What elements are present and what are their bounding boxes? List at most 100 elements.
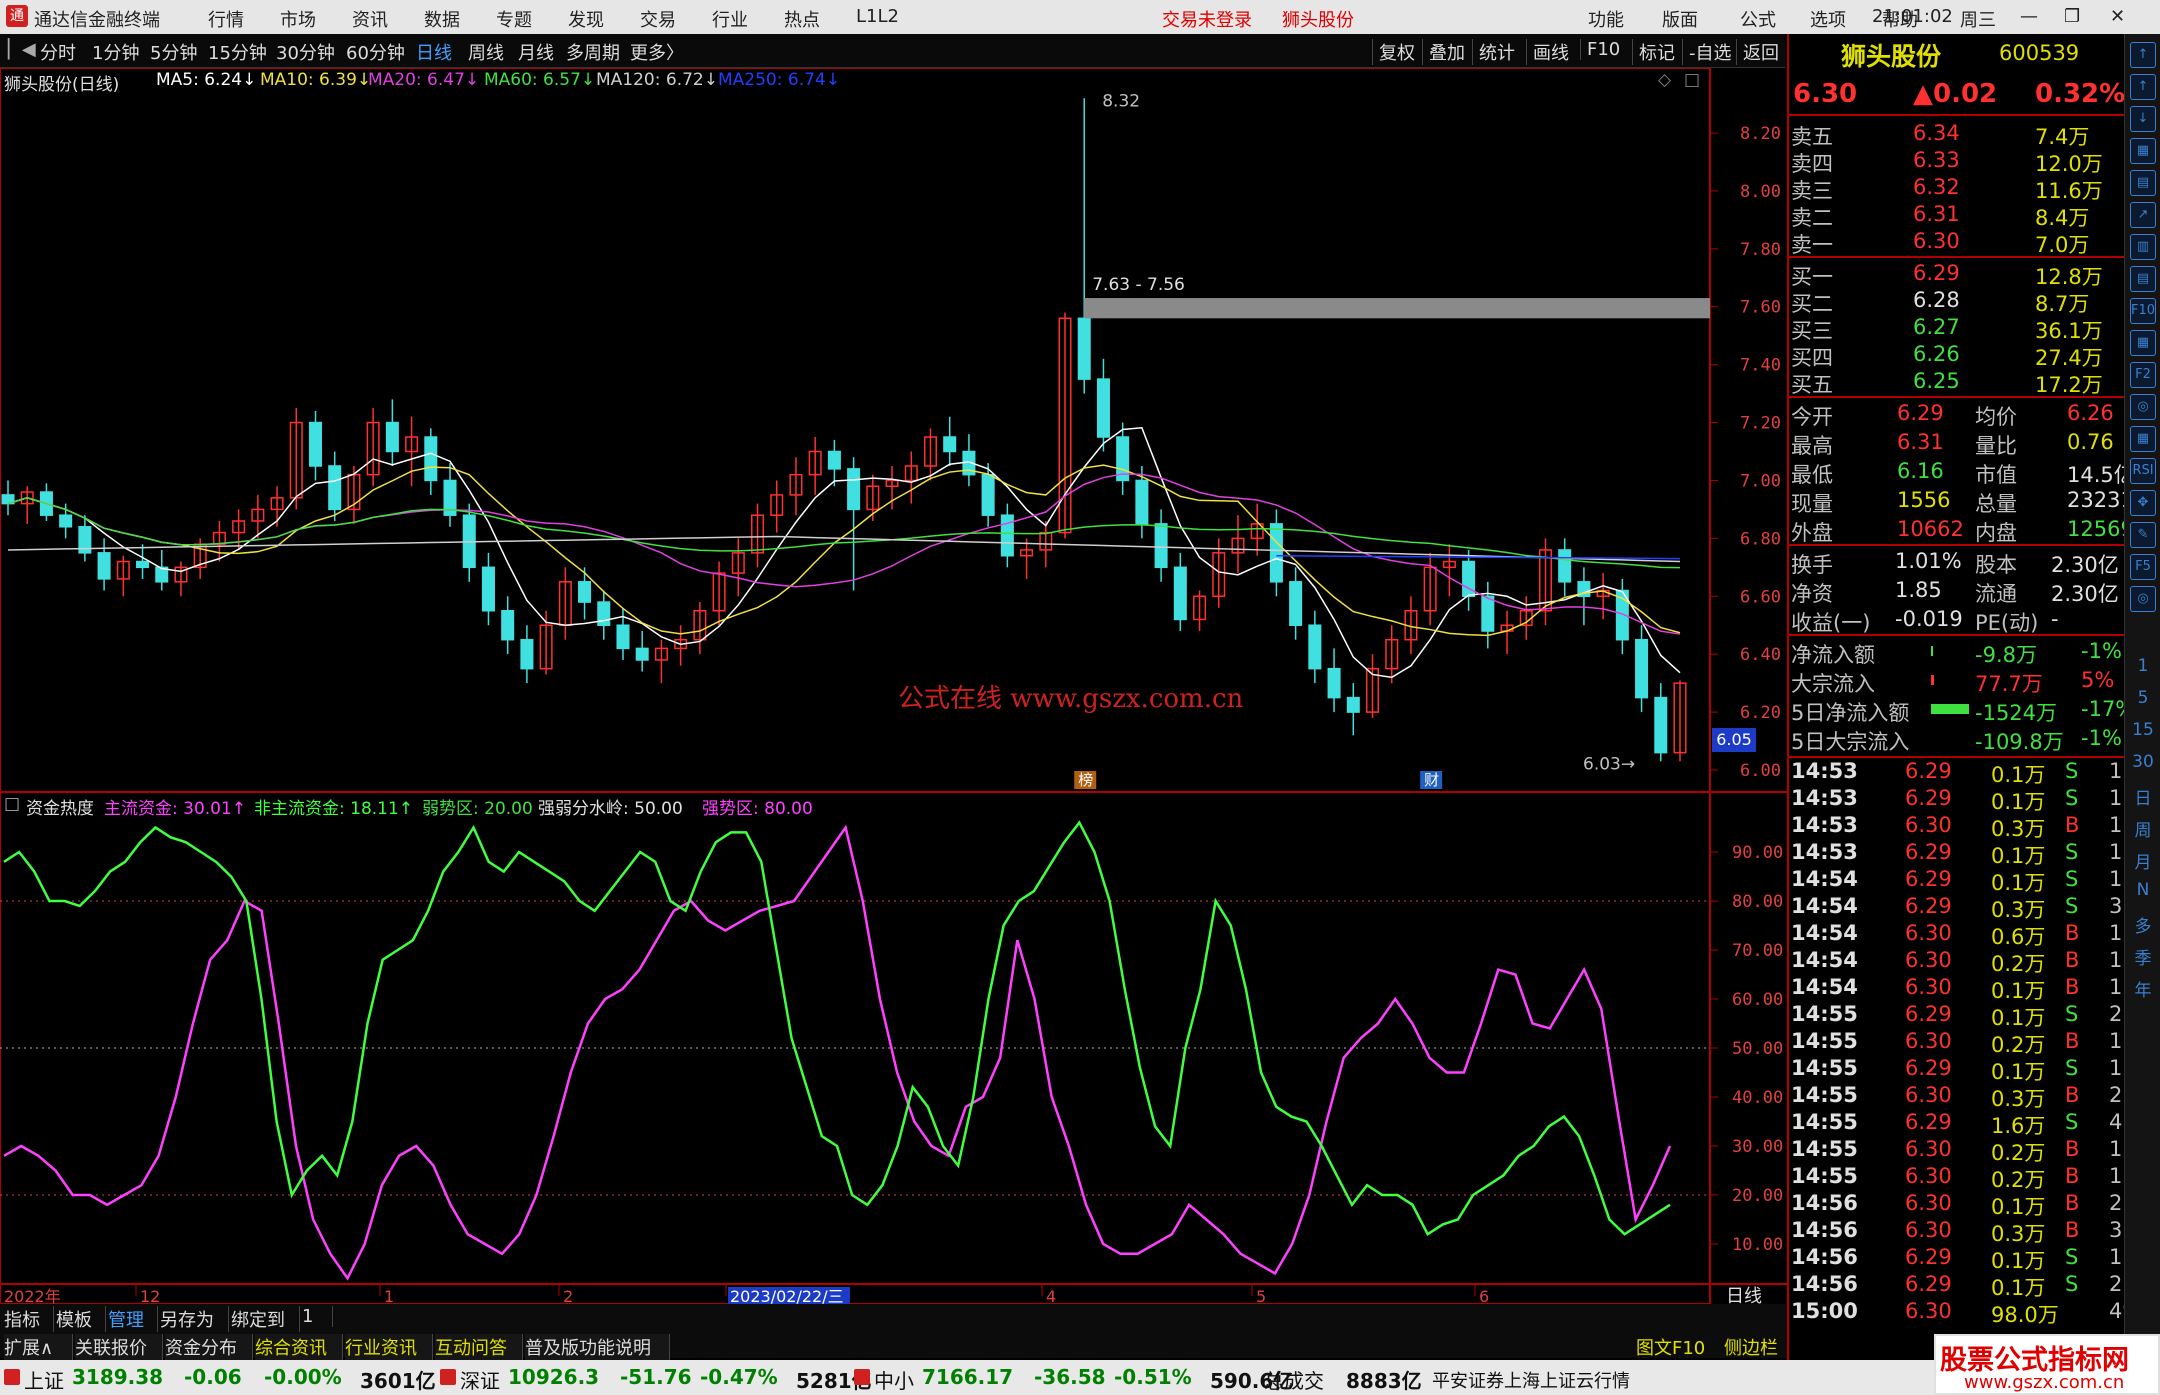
menu-right-item[interactable]: 功能: [1588, 6, 1624, 32]
side-tool-icon[interactable]: ▥: [2130, 234, 2156, 260]
side-period-button[interactable]: 多: [2129, 912, 2157, 937]
side-period-button[interactable]: 月: [2129, 848, 2157, 873]
toolbar-button[interactable]: F10: [1580, 39, 1620, 60]
toolbar-button[interactable]: 统计: [1472, 39, 1515, 65]
period-tab[interactable]: 1分钟: [92, 39, 139, 65]
indicator-tab[interactable]: 另存为: [160, 1306, 229, 1332]
menu-item[interactable]: 交易: [640, 6, 676, 32]
app-logo-icon: 通: [6, 5, 28, 27]
menu-item[interactable]: L1L2: [856, 6, 899, 27]
cell: 大宗流入: [1791, 672, 1875, 696]
side-tool-icon[interactable]: ✥: [2130, 490, 2156, 516]
menu-right-item[interactable]: 公式: [1740, 6, 1776, 32]
info-tab[interactable]: 关联报价: [75, 1334, 163, 1360]
period-tab[interactable]: 分时: [40, 39, 76, 65]
tick-row: 14:56 6.29 0.1万 S 2: [1789, 1271, 2126, 1300]
menu-item[interactable]: 市场: [280, 6, 316, 32]
side-period-button[interactable]: 日: [2129, 784, 2157, 809]
info-tab[interactable]: 资金分布: [165, 1334, 253, 1360]
side-tool-icon[interactable]: ↓: [2130, 106, 2156, 132]
side-tool-icon[interactable]: ▤: [2130, 266, 2156, 292]
info-tab[interactable]: 扩展∧: [4, 1334, 73, 1360]
index-name[interactable]: 深证: [460, 1365, 500, 1394]
side-period-button[interactable]: 15: [2129, 720, 2157, 740]
index-name[interactable]: 上证: [24, 1365, 64, 1394]
toolbar-button[interactable]: 叠加: [1422, 39, 1465, 65]
indicator-tab[interactable]: 1: [302, 1306, 333, 1327]
period-tab[interactable]: 更多〉: [630, 39, 684, 65]
restore-icon[interactable]: ❐: [2064, 6, 2080, 27]
menu-item[interactable]: 专题: [496, 6, 532, 32]
candle: [481, 552, 495, 626]
tick-row: 14:56 6.30 0.3万 B 3: [1789, 1217, 2126, 1246]
side-period-button[interactable]: 5: [2129, 688, 2157, 708]
tab-arrow-icon[interactable]: ▏◀: [8, 39, 36, 60]
side-tool-icon[interactable]: RSI: [2130, 458, 2156, 484]
indicator-tab[interactable]: 管理: [108, 1306, 158, 1332]
minimize-icon[interactable]: —: [2020, 6, 2038, 27]
ma120-line: [7, 535, 1681, 563]
period-tab[interactable]: 周线: [468, 39, 504, 65]
period-tab[interactable]: 30分钟: [276, 39, 335, 65]
indicator-tab[interactable]: 指标: [4, 1306, 54, 1332]
side-period-button[interactable]: 周: [2129, 816, 2157, 841]
panel-tab[interactable]: 图文F10: [1636, 1334, 1705, 1360]
menu-item[interactable]: 资讯: [352, 6, 388, 32]
side-tool-icon[interactable]: ↗: [2130, 202, 2156, 228]
side-tool-icon[interactable]: ↑: [2130, 42, 2156, 68]
side-tool-icon[interactable]: ▦: [2130, 330, 2156, 356]
side-tool-icon[interactable]: ✎: [2130, 522, 2156, 548]
side-tool-icon[interactable]: ▦: [2130, 138, 2156, 164]
period-tab[interactable]: 日线: [416, 39, 452, 65]
indicator-expand-icon[interactable]: □: [4, 794, 20, 814]
cell: 14:54: [1791, 948, 1858, 972]
info-tab[interactable]: 行业资讯: [345, 1334, 433, 1360]
close-icon[interactable]: ✕: [2110, 6, 2125, 27]
side-period-button[interactable]: N: [2129, 880, 2157, 900]
toolbar-button[interactable]: 画线: [1526, 39, 1569, 65]
trade-status[interactable]: 交易未登录: [1162, 6, 1252, 32]
logo-url: www.gszx.com.cn: [1964, 1372, 2125, 1393]
indicator-tab[interactable]: 绑定到: [231, 1306, 300, 1332]
period-tab[interactable]: 多周期: [566, 39, 620, 65]
toolbar-button[interactable]: 返回: [1736, 39, 1779, 65]
index-name[interactable]: 中小: [874, 1365, 914, 1394]
period-tab[interactable]: 月线: [518, 39, 554, 65]
candle: [1269, 509, 1283, 597]
period-tab[interactable]: 5分钟: [150, 39, 197, 65]
period-tab[interactable]: 15分钟: [208, 39, 267, 65]
menu-item[interactable]: 发现: [568, 6, 604, 32]
side-period-button[interactable]: 1: [2129, 656, 2157, 676]
toolbar-button[interactable]: 复权: [1372, 39, 1415, 65]
side-tool-icon[interactable]: ◎: [2130, 586, 2156, 612]
broker-name[interactable]: 平安证券上海上证云行情: [1432, 1367, 1630, 1393]
toolbar-button[interactable]: 标记: [1632, 39, 1675, 65]
side-period-button[interactable]: 季: [2129, 944, 2157, 969]
menu-item[interactable]: 行业: [712, 6, 748, 32]
menu-item[interactable]: 数据: [424, 6, 460, 32]
menu-item[interactable]: 行情: [208, 6, 244, 32]
side-tool-icon[interactable]: F10: [2130, 298, 2156, 324]
bid-row: 买三 6.27 36.1万: [1789, 314, 2126, 343]
side-period-button[interactable]: 年: [2129, 976, 2157, 1001]
menu-right-item[interactable]: 版面: [1662, 6, 1698, 32]
toolbar-button[interactable]: -自选: [1682, 39, 1732, 65]
info-tab[interactable]: 综合资讯: [255, 1334, 343, 1360]
menu-item[interactable]: 热点: [784, 6, 820, 32]
indicator-tab[interactable]: 模板: [56, 1306, 106, 1332]
side-tool-icon[interactable]: ▦: [2130, 426, 2156, 452]
indicator-tick-label: 90.00: [1732, 843, 1783, 863]
event-mark[interactable]: 财: [1424, 771, 1439, 789]
side-period-button[interactable]: 30: [2129, 752, 2157, 772]
side-tool-icon[interactable]: F5: [2130, 554, 2156, 580]
info-tab[interactable]: 互动问答: [435, 1334, 523, 1360]
side-tool-icon[interactable]: ◎: [2130, 394, 2156, 420]
stock-link[interactable]: 狮头股份: [1282, 6, 1354, 32]
event-mark[interactable]: 榜: [1078, 771, 1093, 789]
period-tab[interactable]: 60分钟: [346, 39, 405, 65]
side-tool-icon[interactable]: F2: [2130, 362, 2156, 388]
menu-right-item[interactable]: 选项: [1810, 6, 1846, 32]
side-tool-icon[interactable]: ▤: [2130, 170, 2156, 196]
side-tool-icon[interactable]: ↑: [2130, 74, 2156, 100]
info-tab[interactable]: 普及版功能说明: [525, 1334, 670, 1360]
